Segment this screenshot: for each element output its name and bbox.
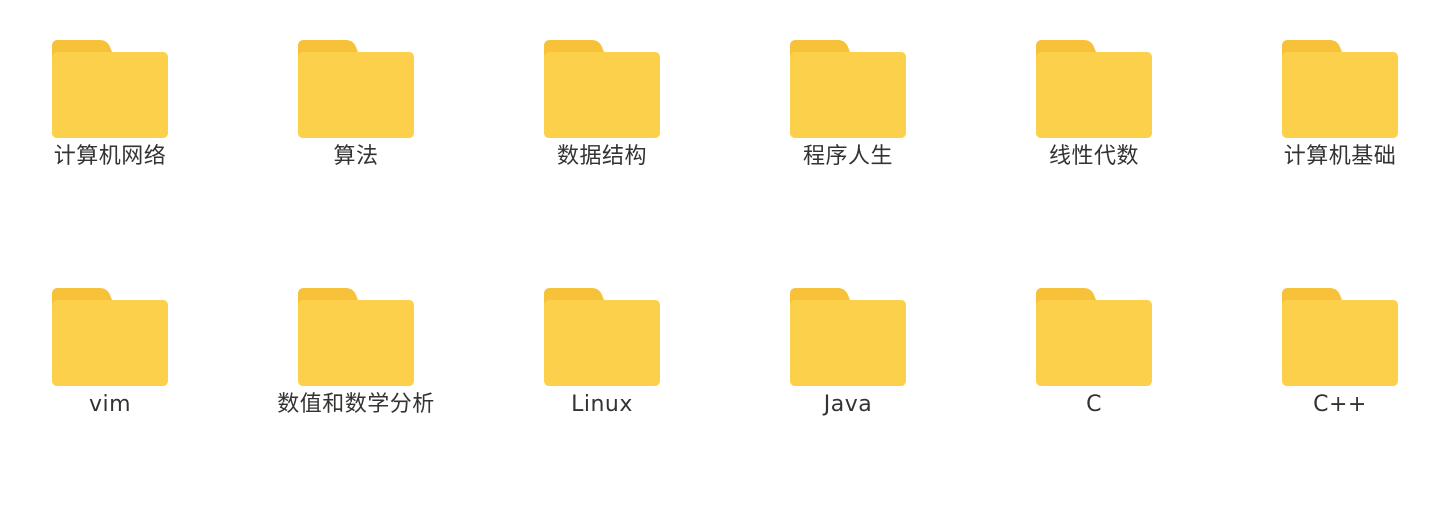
folder-grid: 计算机网络 算法 数据结构 程序人生 线性代数 计算机基础 vim 数值和数学分… [0, 0, 1452, 518]
folder-icon [1036, 288, 1152, 386]
folder-item-2[interactable]: 数据结构 [502, 0, 702, 200]
folder-icon [790, 288, 906, 386]
folder-label: C [1086, 392, 1102, 417]
folder-item-6[interactable]: vim [10, 248, 210, 448]
folder-item-0[interactable]: 计算机网络 [10, 0, 210, 200]
folder-label: 线性代数 [1048, 144, 1139, 169]
folder-label: 数值和数学分析 [277, 392, 435, 417]
folder-label: 程序人生 [802, 144, 893, 169]
folder-label: Java [823, 392, 873, 417]
folder-icon [52, 40, 168, 138]
folder-label: Linux [571, 392, 633, 417]
folder-label: vim [88, 392, 132, 417]
folder-label: 算法 [333, 144, 379, 169]
folder-label: C++ [1313, 392, 1367, 417]
folder-icon [298, 288, 414, 386]
folder-icon [52, 288, 168, 386]
folder-item-1[interactable]: 算法 [256, 0, 456, 200]
folder-icon [1282, 40, 1398, 138]
folder-item-8[interactable]: Linux [502, 248, 702, 448]
folder-icon [544, 288, 660, 386]
folder-item-10[interactable]: C [994, 248, 1194, 448]
folder-label: 计算机基础 [1283, 144, 1397, 169]
folder-label: 计算机网络 [53, 144, 167, 169]
folder-icon [1036, 40, 1152, 138]
folder-icon [298, 40, 414, 138]
folder-item-4[interactable]: 线性代数 [994, 0, 1194, 200]
folder-icon [1282, 288, 1398, 386]
folder-item-9[interactable]: Java [748, 248, 948, 448]
folder-item-11[interactable]: C++ [1240, 248, 1440, 448]
folder-item-5[interactable]: 计算机基础 [1240, 0, 1440, 200]
folder-label: 数据结构 [556, 144, 647, 169]
folder-item-3[interactable]: 程序人生 [748, 0, 948, 200]
folder-item-7[interactable]: 数值和数学分析 [256, 248, 456, 448]
folder-icon [544, 40, 660, 138]
folder-icon [790, 40, 906, 138]
